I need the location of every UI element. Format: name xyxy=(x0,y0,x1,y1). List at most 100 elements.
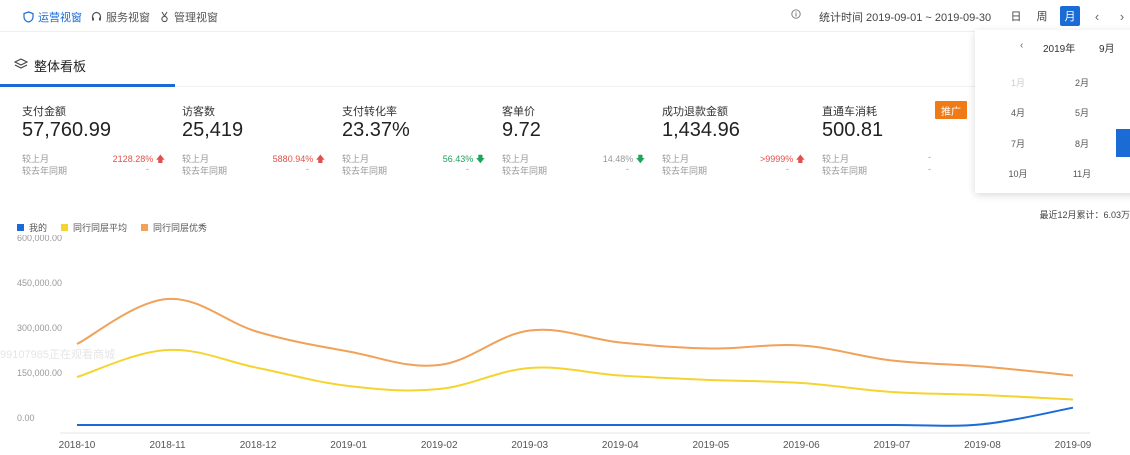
metric-value: 1,434.96 xyxy=(662,119,740,141)
tab-operations-label: 运营视窗 xyxy=(38,12,82,24)
y-tick-label: 300,000.00 xyxy=(17,323,62,333)
x-tick-label: 2018-11 xyxy=(150,440,186,451)
metric-payment-amount[interactable]: 支付金额 57,760.99 较上月 2128.28% 🡅 较去年同期 - xyxy=(22,103,177,176)
tab-management[interactable]: 管理视窗 xyxy=(158,9,218,25)
yoy-label: 较去年同期 xyxy=(822,166,868,176)
medal-icon xyxy=(158,11,170,23)
month-cell[interactable]: 2月 xyxy=(1067,76,1097,89)
metric-yoy-row: 较去年同期 - xyxy=(182,164,337,176)
month-cell[interactable]: 5月 xyxy=(1067,106,1097,119)
period-day-button[interactable]: 日 xyxy=(1006,6,1026,26)
x-tick-label: 2018-10 xyxy=(59,440,96,451)
yoy-value: - xyxy=(466,164,469,174)
promo-badge[interactable]: 推广 xyxy=(935,101,967,119)
shield-icon xyxy=(22,11,34,23)
picker-month[interactable]: 9月 xyxy=(1099,40,1115,55)
legend-label: 同行同层优秀 xyxy=(153,223,208,233)
month-cell[interactable]: 8月 xyxy=(1067,137,1097,150)
month-cell[interactable]: 11月 xyxy=(1067,167,1097,180)
metric-mom-row: 较上月 14.48% 🡇 xyxy=(502,152,657,164)
next-period-button[interactable]: › xyxy=(1115,6,1129,26)
picker-year[interactable]: 2019年 xyxy=(1043,40,1075,55)
x-tick-label: 2019-01 xyxy=(330,440,367,451)
metric-value: 57,760.99 xyxy=(22,119,111,141)
mom-label: 较上月 xyxy=(342,154,370,164)
prev-period-button[interactable]: ‹ xyxy=(1090,6,1104,26)
yoy-value: - xyxy=(626,164,629,174)
mom-label: 较上月 xyxy=(662,154,690,164)
metric-mom-row: 较上月 - xyxy=(822,152,977,164)
selected-month-highlight[interactable] xyxy=(1116,129,1130,157)
section-title: 整体看板 xyxy=(34,59,87,74)
metric-unit-price[interactable]: 客单价 9.72 较上月 14.48% 🡇 较去年同期 - xyxy=(502,103,657,176)
tab-service[interactable]: 服务视窗 xyxy=(90,9,150,25)
mom-label: 较上月 xyxy=(822,154,850,164)
tab-operations[interactable]: 运营视窗 xyxy=(22,9,82,25)
metric-label: 客单价 xyxy=(502,106,535,118)
chart-legend: 我的 同行同层平均 同行同层优秀 xyxy=(17,221,207,234)
arrow-down-icon: 🡇 xyxy=(635,154,645,164)
x-tick-label: 2019-06 xyxy=(783,440,820,451)
legend-swatch xyxy=(17,224,24,231)
period-month-button[interactable]: 月 xyxy=(1060,6,1080,26)
x-tick-label: 2019-02 xyxy=(421,440,458,451)
arrow-up-icon: 🡅 xyxy=(155,154,165,164)
month-cell[interactable]: 4月 xyxy=(1003,106,1033,119)
series-line-0[interactable] xyxy=(76,406,1074,427)
x-tick-label: 2019-04 xyxy=(602,440,639,451)
headset-icon xyxy=(90,11,102,23)
yoy-label: 较去年同期 xyxy=(502,166,548,176)
section-header: 整体看板 xyxy=(13,56,87,75)
arrow-down-icon: 🡇 xyxy=(475,154,485,164)
legend-swatch xyxy=(141,224,149,231)
tab-service-label: 服务视窗 xyxy=(106,12,150,24)
yoy-value: - xyxy=(306,164,309,174)
stat-time: 统计时间 2019-09-01 ~ 2019-09-30 xyxy=(819,12,992,24)
x-tick-label: 2019-07 xyxy=(874,440,911,451)
metric-value: 500.81 xyxy=(822,119,884,141)
metric-label: 支付金额 xyxy=(22,106,66,118)
tab-management-label: 管理视窗 xyxy=(174,12,218,24)
yoy-value: - xyxy=(928,164,931,174)
trend-line-chart[interactable]: 0.00 150,000.00 300,000.00 450,000.00 600,00… xyxy=(0,235,1130,455)
metric-yoy-row: 较去年同期 - xyxy=(662,164,817,176)
legend-label: 我的 xyxy=(29,223,48,233)
top-bar: 运营视窗 服务视窗 管理视窗 统计时间 2019-09-01 ~ 2019-09… xyxy=(0,0,1130,32)
x-tick-label: 2019-08 xyxy=(964,440,1001,451)
mom-value: - xyxy=(928,152,931,162)
yoy-value: - xyxy=(146,164,149,174)
month-cell[interactable]: 1月 xyxy=(1003,76,1033,89)
metric-mom-row: 较上月 56.43% 🡇 xyxy=(342,152,497,164)
x-tick-label: 2019-09 xyxy=(1055,440,1092,451)
section-active-underline xyxy=(0,84,175,87)
yoy-label: 较去年同期 xyxy=(342,166,388,176)
legend-swatch xyxy=(61,224,69,231)
period-week-button[interactable]: 周 xyxy=(1032,6,1052,26)
metric-refund-amount[interactable]: 成功退款金额 1,434.96 较上月 >9999% 🡅 较去年同期 - xyxy=(662,103,817,176)
yoy-label: 较去年同期 xyxy=(662,166,708,176)
metric-conversion-rate[interactable]: 支付转化率 23.37% 较上月 56.43% 🡇 较去年同期 - xyxy=(342,103,497,176)
legend-item-mine[interactable]: 我的 xyxy=(17,221,47,234)
legend-item-peer-excellent[interactable]: 同行同层优秀 xyxy=(141,221,207,234)
legend-item-peer-average[interactable]: 同行同层平均 xyxy=(61,221,127,234)
yoy-label: 较去年同期 xyxy=(182,166,228,176)
metric-mom-row: 较上月 >9999% 🡅 xyxy=(662,152,817,164)
y-tick-label: 0.00 xyxy=(17,413,35,423)
yoy-value: - xyxy=(786,164,789,174)
metric-mom-row: 较上月 2128.28% 🡅 xyxy=(22,152,177,164)
series-line-2[interactable] xyxy=(76,297,1074,377)
y-tick-label: 450,000.00 xyxy=(17,278,62,288)
arrow-up-icon: 🡅 xyxy=(315,154,325,164)
info-icon[interactable] xyxy=(791,9,801,22)
mom-label: 较上月 xyxy=(502,154,530,164)
series-line-1[interactable] xyxy=(76,348,1074,401)
metric-label: 访客数 xyxy=(182,106,215,118)
metric-visitors[interactable]: 访客数 25,419 较上月 5880.94% 🡅 较去年同期 - xyxy=(182,103,337,176)
watermark: 99107985正在观看商城 xyxy=(0,349,115,361)
month-cell[interactable]: 10月 xyxy=(1003,167,1033,180)
month-cell[interactable]: 7月 xyxy=(1003,137,1033,150)
picker-prev-year-button[interactable]: ‹ xyxy=(1020,40,1023,51)
metric-yoy-row: 较去年同期 - xyxy=(22,164,177,176)
mom-label: 较上月 xyxy=(182,154,210,164)
metric-mom-row: 较上月 5880.94% 🡅 xyxy=(182,152,337,164)
